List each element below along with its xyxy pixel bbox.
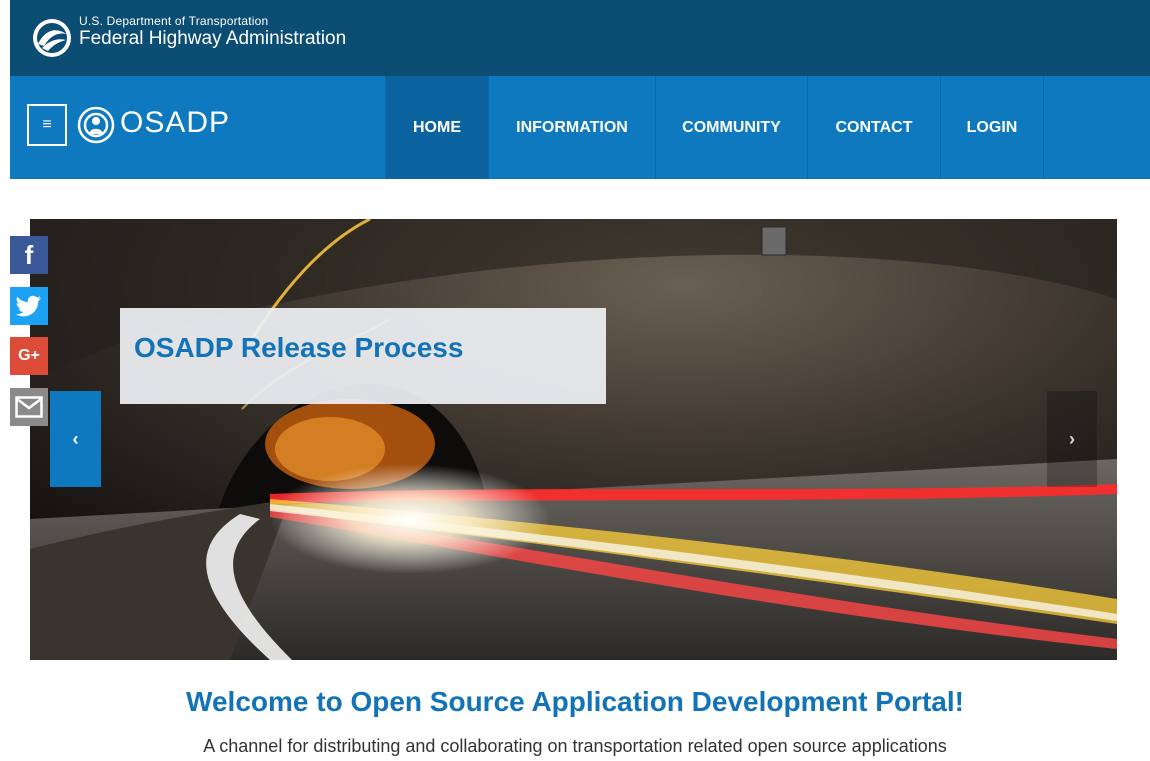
agency-bar: U.S. Department of Transportation Federa… — [10, 0, 1150, 76]
nav-login[interactable]: LOGIN — [940, 76, 1044, 179]
welcome-subheading: A channel for distributing and collabora… — [203, 736, 947, 756]
agency-name: Federal Highway Administration — [79, 28, 347, 49]
email-icon — [15, 396, 43, 418]
menu-toggle-button[interactable]: ≡ — [27, 104, 67, 146]
nav-contact[interactable]: CONTACT — [807, 76, 940, 179]
welcome-heading: Welcome to Open Source Application Devel… — [186, 686, 964, 717]
osadp-logo-icon[interactable] — [76, 104, 116, 146]
facebook-icon: f — [24, 239, 34, 270]
agency-subtitle: U.S. Department of Transportation — [79, 14, 269, 28]
googleplus-icon: G+ — [18, 347, 40, 364]
nav-community[interactable]: COMMUNITY — [655, 76, 807, 179]
carousel-prev-button[interactable]: ‹ — [50, 391, 101, 487]
tunnel-hero-image — [30, 219, 1117, 660]
main-navbar: ≡ OSADP HOME INFORMATION COMMUNITY CONTA… — [10, 76, 1150, 179]
site-logo-text[interactable]: OSADP — [120, 106, 230, 140]
agency-title-block[interactable]: U.S. Department of Transportation Federa… — [79, 14, 346, 50]
nav-home[interactable]: HOME — [385, 76, 488, 179]
nav-information[interactable]: INFORMATION — [488, 76, 655, 179]
slide-caption[interactable]: OSADP Release Process — [120, 308, 606, 404]
hero-carousel: OSADP Release Process ‹ › — [30, 219, 1117, 660]
slide-caption-title[interactable]: OSADP Release Process — [134, 332, 463, 364]
email-share-button[interactable] — [10, 388, 48, 426]
dot-logo-icon[interactable] — [32, 18, 72, 58]
facebook-share-button[interactable]: f — [10, 236, 48, 274]
googleplus-share-button[interactable]: G+ — [10, 337, 48, 375]
twitter-share-button[interactable] — [10, 287, 48, 325]
twitter-icon — [16, 295, 41, 317]
carousel-next-button[interactable]: › — [1047, 391, 1097, 487]
